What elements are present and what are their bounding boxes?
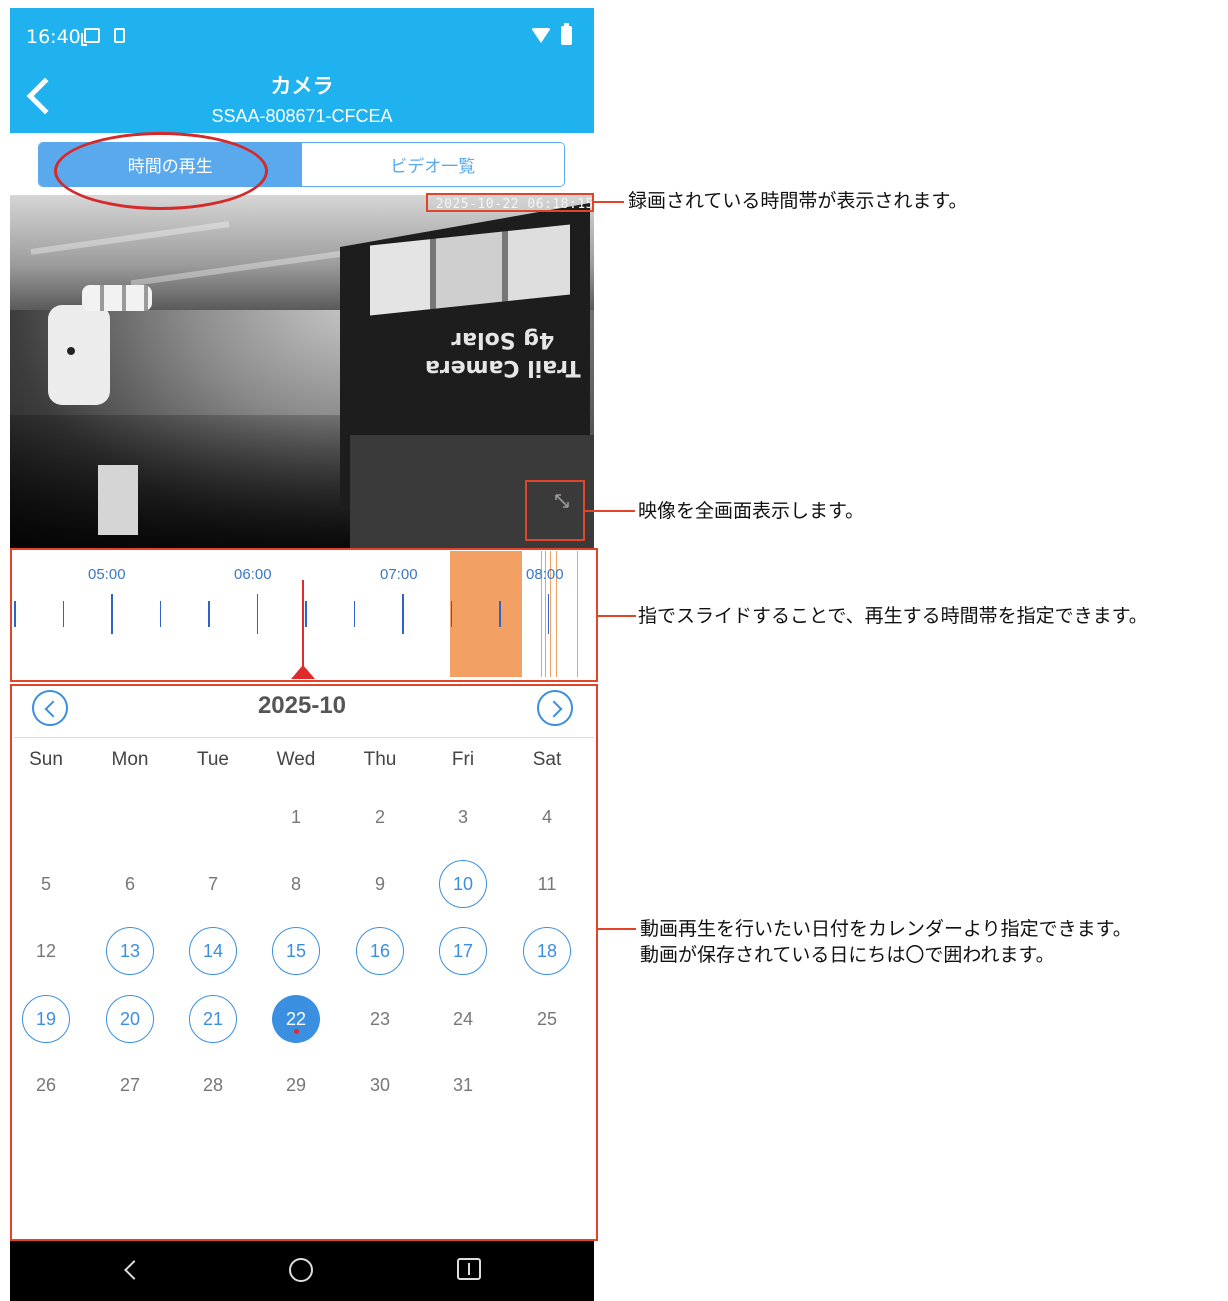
video-floor <box>10 415 350 548</box>
annotation-fullscreen: 映像を全画面表示します。 <box>638 500 865 522</box>
leader-line <box>598 928 636 930</box>
status-time: 16:40 <box>26 26 81 48</box>
leader-line <box>585 510 635 512</box>
annotation-calendar-2: 動画が保存されている日にちは〇で囲われます。 <box>640 944 1055 966</box>
tab-video-list[interactable]: ビデオ一覧 <box>301 143 564 186</box>
leader-line <box>594 201 624 203</box>
annotation-timeline: 指でスライドすることで、再生する時間帯を指定できます。 <box>638 605 1148 627</box>
tab-highlight-ellipse <box>54 132 268 210</box>
video-shelf <box>98 465 138 535</box>
video-device <box>48 305 110 405</box>
system-nav-bar <box>10 1241 594 1301</box>
app-header: 16:40 カメラ SSAA-808671-CFCEA <box>10 8 594 133</box>
video-box-text: Trail Camera 4g Solar <box>425 325 581 381</box>
wifi-icon <box>531 28 551 43</box>
page-title: カメラ <box>270 74 334 98</box>
timestamp-highlight <box>426 193 594 212</box>
annotation-timestamp: 録画されている時間帯が表示されます。 <box>628 190 968 212</box>
video-rolls <box>82 285 152 311</box>
screenshot-icon <box>81 28 100 46</box>
fullscreen-highlight <box>525 480 585 541</box>
nav-back-icon[interactable] <box>124 1260 144 1280</box>
timeline-highlight <box>10 548 598 682</box>
leader-line <box>598 615 636 617</box>
annotation-calendar-1: 動画再生を行いたい日付をカレンダーより指定できます。 <box>640 918 1132 940</box>
video-device-lens <box>67 347 75 355</box>
sim-card-icon <box>114 28 125 43</box>
video-player[interactable]: Trail Camera 4g Solar 2025-10-22 06:18:1… <box>10 195 594 548</box>
calendar-highlight <box>10 684 598 1241</box>
nav-recents-icon[interactable] <box>457 1258 481 1280</box>
nav-home-icon[interactable] <box>289 1258 313 1282</box>
device-id: SSAA-808671-CFCEA <box>211 106 393 126</box>
battery-icon <box>561 23 572 45</box>
video-box-text-line1: Trail Camera <box>425 355 581 380</box>
status-icons-right <box>531 23 572 45</box>
status-icons-left <box>81 28 125 46</box>
video-box-text-line2: 4g Solar <box>451 327 555 352</box>
